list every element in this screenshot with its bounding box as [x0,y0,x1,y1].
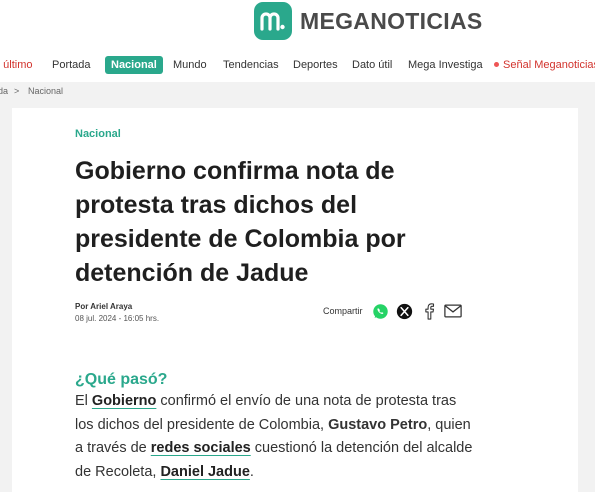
nav-item-senal-meganoticias[interactable]: Señal Meganoticias [494,56,595,74]
body-text-segment: El [75,393,92,409]
body-text-segment: . [249,463,254,480]
link-daniel-jadue[interactable]: Daniel Jadue [160,464,249,480]
facebook-icon[interactable] [420,302,438,320]
article-date: 08 jul. 2024 - 16:05 hrs. [75,314,160,323]
breadcrumb: da > Nacional [0,82,595,100]
brand-name: MEGANOTICIAS [300,7,483,34]
breadcrumb-separator: > [14,86,20,96]
link-redes-sociales[interactable]: redes sociales [151,440,251,456]
whatsapp-icon[interactable] [372,302,390,320]
link-gobierno[interactable]: Gobierno [92,393,156,409]
nav-item-mega-investiga[interactable]: Mega Investiga [408,56,483,74]
nav-item-portada[interactable]: Portada [52,56,91,74]
live-dot-icon [494,62,499,67]
nav-item-tendencias[interactable]: Tendencias [223,56,279,74]
site-logo[interactable]: MEGANOTICIAS [254,2,483,40]
breadcrumb-home[interactable]: da [0,82,8,100]
share-label: Compartir [323,306,363,316]
bold-gustavo-petro: Gustavo Petro [328,416,428,433]
share-bar: Compartir [323,301,468,321]
email-icon[interactable] [443,302,462,320]
nav-item-mundo[interactable]: Mundo [173,56,207,74]
nav-item-dato-util[interactable]: Dato útil [352,56,392,74]
x-icon[interactable] [396,302,414,320]
article-headline: Gobierno confirma nota de protesta tras … [75,157,406,287]
article-body-paragraph: El Gobierno confirmó el envío de una not… [75,390,475,484]
nav-item-nacional[interactable]: Nacional [105,56,163,74]
site-header: MEGANOTICIAS [0,0,595,46]
m-logo-icon [254,2,292,40]
nav-item-deportes[interactable]: Deportes [293,56,338,74]
nav-item-senal-label: Señal Meganoticias [503,59,595,71]
article-subhead: ¿Qué pasó? [75,371,168,388]
breadcrumb-current[interactable]: Nacional [28,82,63,100]
article-section-label[interactable]: Nacional [75,128,121,140]
nav-item-lo-ultimo[interactable]: o último [0,56,33,74]
article-author[interactable]: Por Ariel Araya [75,302,132,311]
main-nav: o último Portada Nacional Mundo Tendenci… [0,50,595,80]
